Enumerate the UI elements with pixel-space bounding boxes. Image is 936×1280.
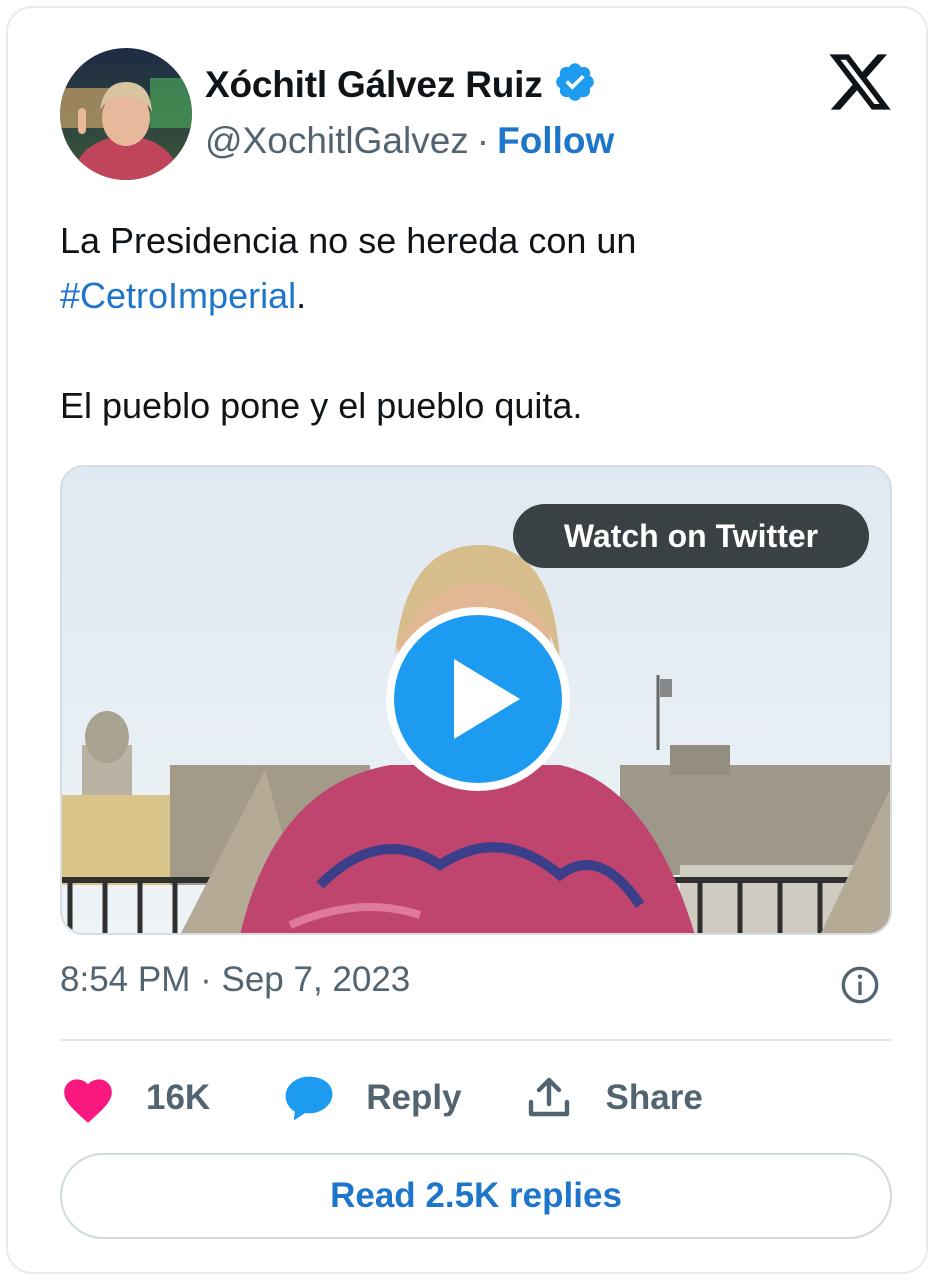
tweet-time: 8:54 PM (60, 960, 191, 999)
reply-button[interactable]: Reply (282, 1073, 462, 1123)
tweet-text-line3: El pueblo pone y el pueblo quita. (60, 385, 583, 426)
reply-bubble-icon (282, 1073, 336, 1123)
share-button[interactable]: Share (524, 1074, 703, 1122)
like-button[interactable]: 16K (60, 1072, 210, 1124)
heart-icon (60, 1072, 116, 1124)
reply-label: Reply (366, 1078, 462, 1117)
tweet-text-line1: La Presidencia no se hereda con un (60, 220, 637, 261)
x-logo-icon[interactable] (826, 48, 894, 116)
play-icon[interactable] (382, 603, 574, 795)
divider (60, 1039, 892, 1041)
author-handle[interactable]: @XochitlGalvez (205, 120, 469, 162)
watch-on-twitter-button[interactable]: Watch on Twitter (513, 504, 869, 568)
tweet-timestamp[interactable]: 8:54 PM · Sep 7, 2023 (60, 960, 410, 1000)
handle-separator: · (476, 120, 490, 161)
verified-badge-icon (553, 60, 597, 109)
timestamp-separator: · (200, 960, 212, 999)
author-avatar[interactable] (60, 48, 192, 180)
author-handle-row: @XochitlGalvez · Follow (205, 120, 614, 162)
tweet-card: Xóchitl Gálvez Ruiz @XochitlGalvez · Fol… (6, 6, 928, 1274)
action-bar: 16K Reply Share (60, 1068, 703, 1128)
read-replies-button[interactable]: Read 2.5K replies (60, 1153, 892, 1239)
author-name[interactable]: Xóchitl Gálvez Ruiz (205, 64, 543, 106)
info-icon[interactable] (840, 965, 880, 1005)
video-player[interactable]: Watch on Twitter (60, 465, 892, 935)
hashtag-suffix: . (296, 275, 307, 316)
share-upload-icon (524, 1074, 574, 1122)
hashtag-link[interactable]: #CetroImperial (60, 275, 296, 316)
avatar-image (60, 48, 192, 180)
share-label: Share (605, 1078, 703, 1117)
follow-button[interactable]: Follow (497, 120, 614, 162)
tweet-text: La Presidencia no se hereda con un #Cetr… (60, 213, 880, 433)
like-count: 16K (146, 1078, 211, 1117)
author-name-row: Xóchitl Gálvez Ruiz (205, 60, 597, 109)
tweet-date: Sep 7, 2023 (221, 960, 411, 999)
